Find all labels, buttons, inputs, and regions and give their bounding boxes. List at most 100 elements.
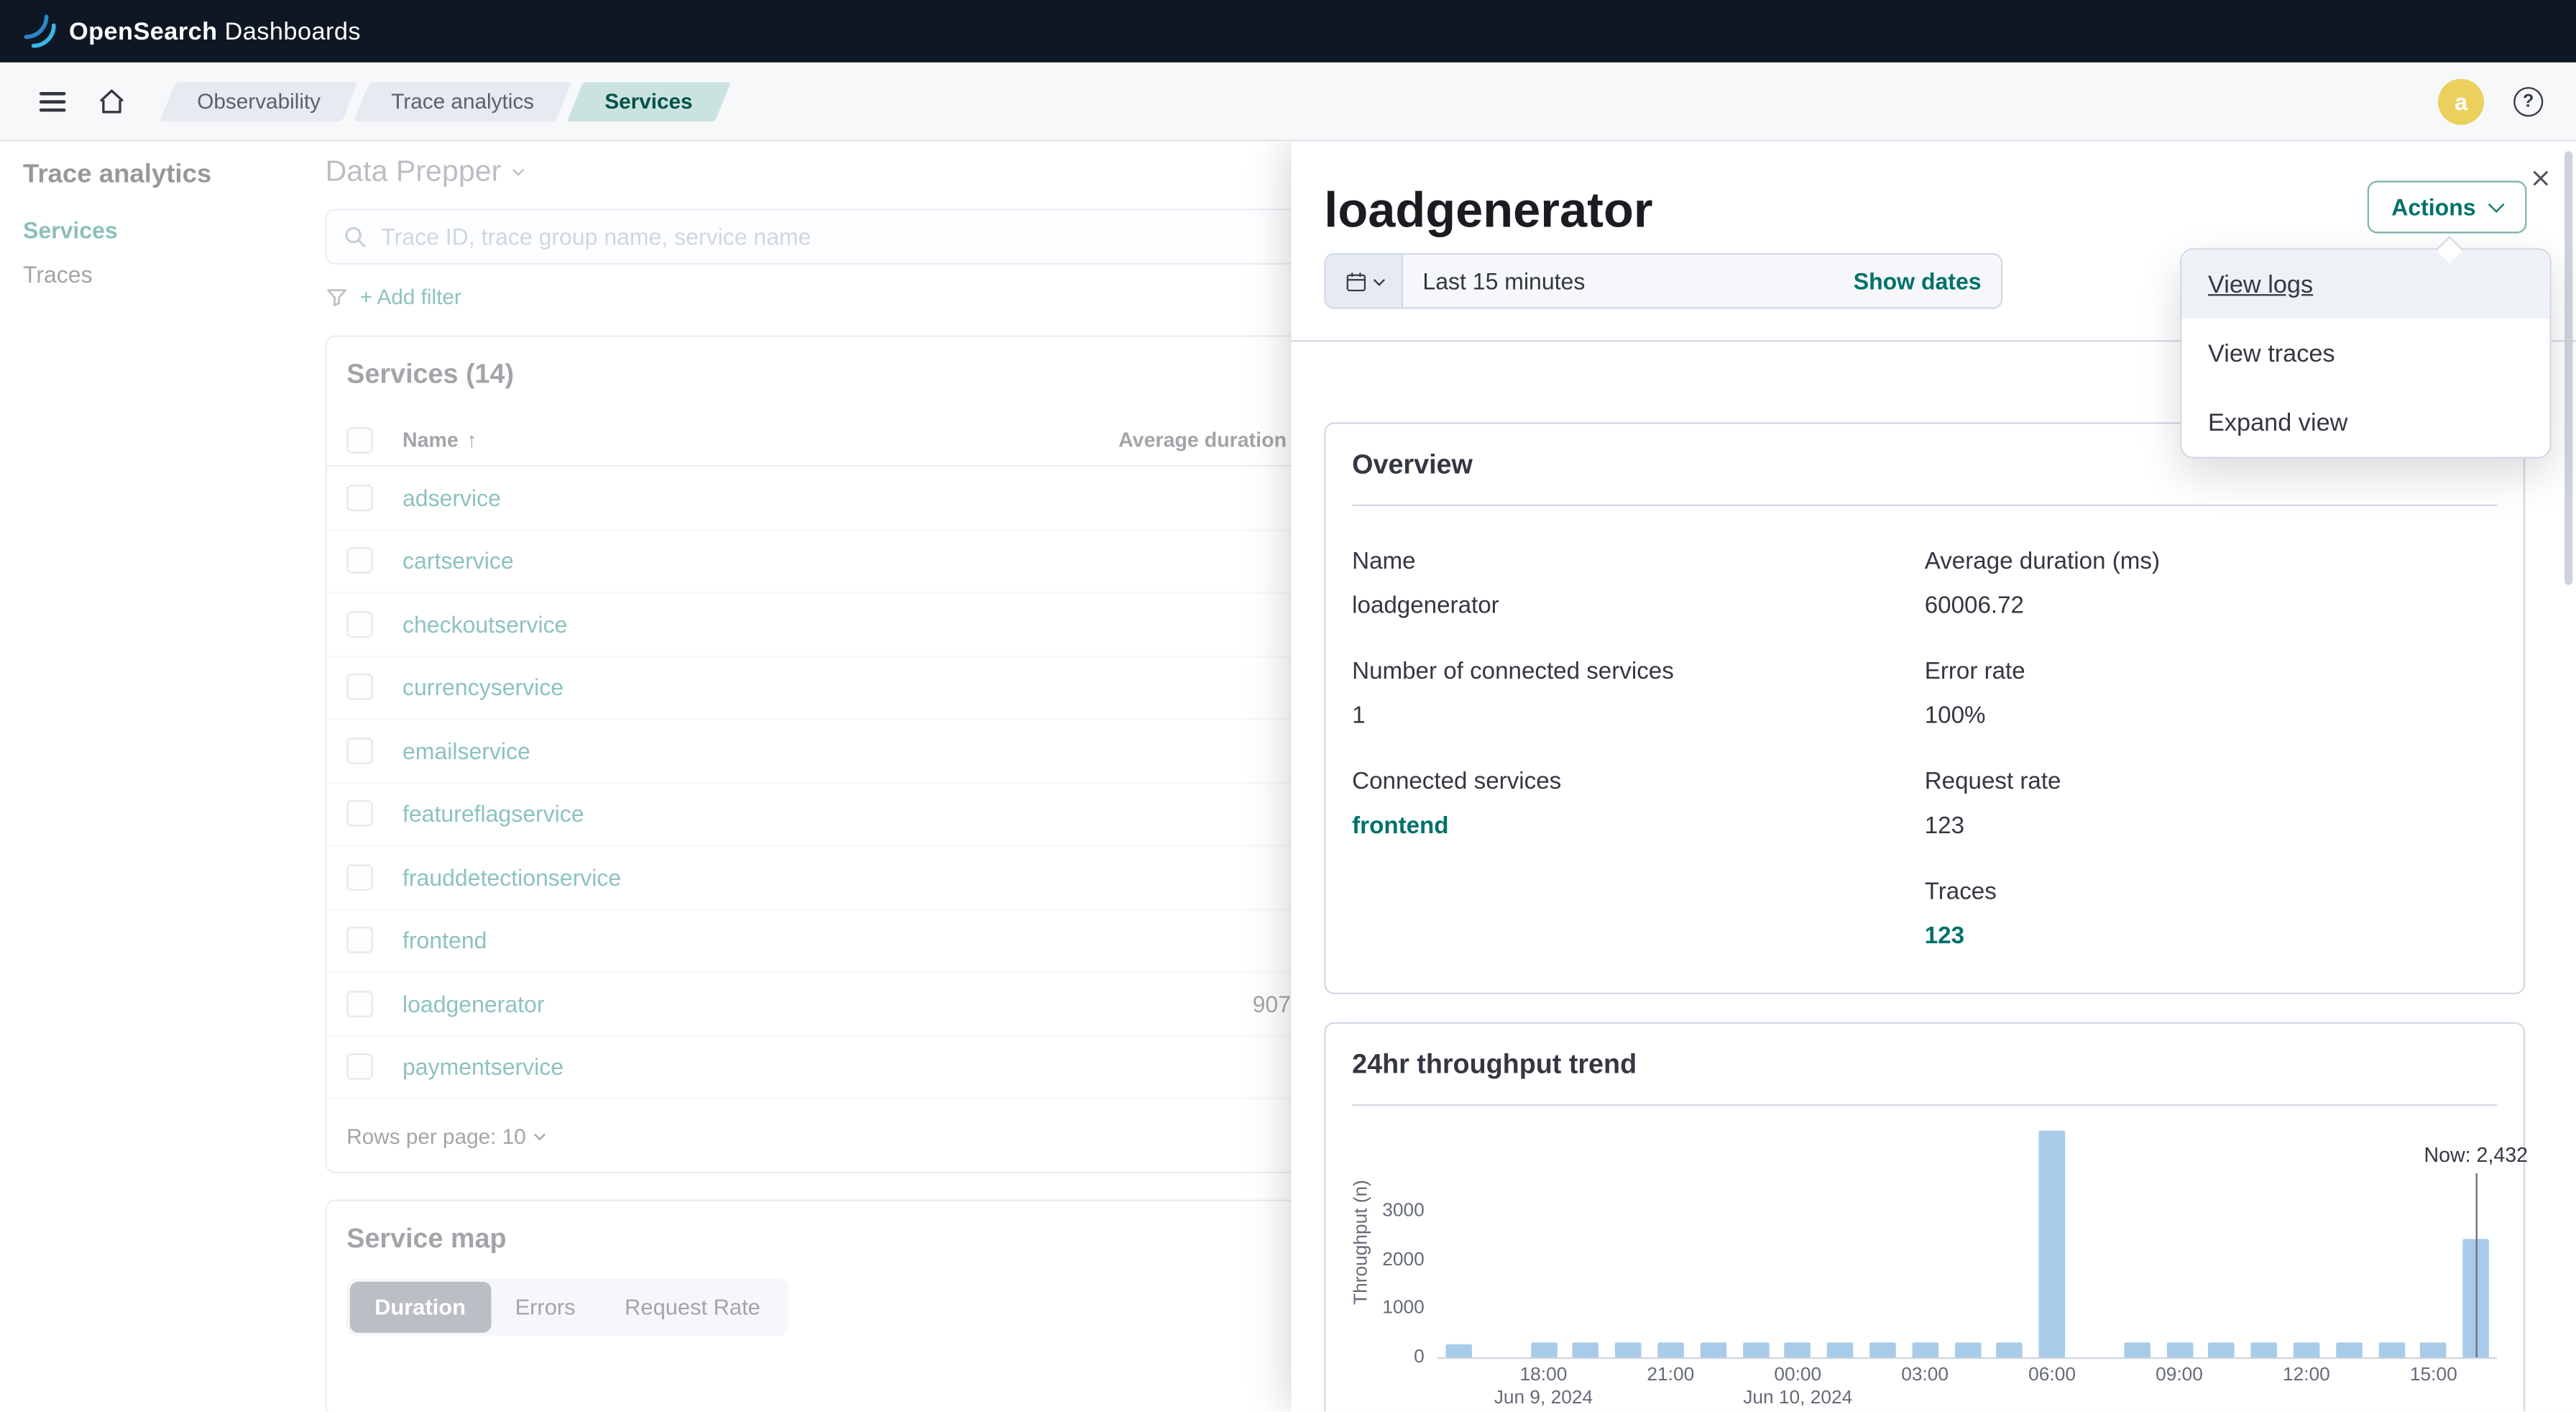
trend-plot[interactable]: Throughput (n) 010002000300018:0021:0000… (1438, 1127, 2497, 1359)
flyout-scrollbar[interactable] (2564, 151, 2572, 584)
overview-field: Number of connected services 1 (1352, 656, 1925, 733)
chart-bar (1954, 1343, 1981, 1357)
field-value: loadgenerator (1352, 590, 1925, 623)
app-title: OpenSearch Dashboards (69, 17, 361, 45)
overview-field (1352, 876, 1925, 953)
y-tick-label: 2000 (1382, 1250, 1425, 1270)
field-value: 123 (1925, 810, 2498, 843)
chart-bar (1615, 1343, 1642, 1357)
quick-select-button[interactable] (1326, 255, 1403, 307)
overview-field: Average duration (ms) 60006.72 (1925, 546, 2498, 623)
field-label: Average duration (ms) (1925, 546, 2498, 579)
breadcrumbs: Observability Trace analytics Services (167, 81, 722, 121)
chart-bar (1657, 1343, 1684, 1357)
field-value: 1 (1352, 700, 1925, 733)
y-tick-label: 3000 (1382, 1201, 1425, 1221)
now-marker-line (2476, 1173, 2478, 1357)
x-date-label: Jun 9, 2024 (1494, 1388, 1593, 1408)
overview-panel: Overview NameloadgeneratorAverage durati… (1324, 422, 2525, 994)
actions-menu-popover: View logsView tracesExpand view (2180, 248, 2552, 459)
field-label (1352, 876, 1925, 909)
x-tick-label: 09:00 (2156, 1365, 2203, 1385)
calendar-icon (1345, 270, 1366, 292)
overview-field: Request rate 123 (1925, 766, 2498, 843)
field-label: Connected services (1352, 766, 1925, 799)
chart-bar (2294, 1343, 2320, 1357)
overview-grid: Name loadgeneratorAverage duration (ms) 60… (1352, 546, 2497, 953)
traces-link[interactable]: 123 (1925, 924, 1964, 950)
field-label: Traces (1925, 876, 2498, 909)
avatar[interactable]: a (2438, 78, 2484, 124)
chevron-down-icon (1373, 273, 1384, 285)
menu-item-view-logs[interactable]: View logs (2181, 249, 2549, 318)
y-tick-label: 1000 (1382, 1299, 1425, 1319)
actions-menu: View logsView tracesExpand view (2181, 249, 2549, 457)
chart-bar (2124, 1343, 2150, 1357)
hamburger-icon (40, 86, 66, 116)
field-value: 123 (1925, 920, 2498, 953)
field-label: Error rate (1925, 656, 2498, 689)
overview-field: Connected services frontend (1352, 766, 1925, 843)
chart-bar (1445, 1344, 1472, 1357)
field-value: frontend (1352, 810, 1925, 843)
chart-bar (1785, 1343, 1811, 1357)
chart-bar (1827, 1343, 1854, 1357)
screen: OpenSearch Dashboards Observability Trace… (0, 0, 2576, 1411)
divider (1352, 505, 2497, 506)
x-tick-label: 15:00 (2410, 1365, 2457, 1385)
chart-bar (1700, 1343, 1726, 1357)
field-value: 100% (1925, 700, 2498, 733)
opensearch-logo-icon (19, 13, 55, 49)
opensearch-logo[interactable]: OpenSearch Dashboards (19, 13, 361, 49)
chart-bar (2378, 1343, 2405, 1357)
x-tick-label: 12:00 (2283, 1365, 2330, 1385)
now-annotation-label: Now: 2,432 (2424, 1144, 2529, 1167)
date-picker: Last 15 minutes Show dates (1324, 253, 2002, 309)
x-tick-label: 06:00 (2028, 1365, 2076, 1385)
chart-bar (1997, 1343, 2023, 1357)
chart-bar (1530, 1343, 1557, 1357)
breadcrumb-observability[interactable]: Observability (167, 81, 350, 121)
menu-icon[interactable] (23, 71, 82, 130)
x-tick-label: 18:00 (1520, 1365, 1568, 1385)
chart-bar (2421, 1343, 2447, 1357)
help-icon[interactable]: ? (2513, 86, 2543, 116)
chart-bar (1869, 1343, 1896, 1357)
y-axis-label: Throughput (n) (1352, 1180, 1371, 1305)
top-header: OpenSearch Dashboards (0, 0, 2576, 63)
connected-services-link[interactable]: frontend (1352, 813, 1448, 840)
x-tick-label: 21:00 (1647, 1365, 1694, 1385)
throughput-panel: 24hr throughput trend Throughput (n) 010… (1324, 1022, 2525, 1412)
overview-field: Name loadgenerator (1352, 546, 1925, 623)
field-label: Number of connected services (1352, 656, 1925, 689)
breadcrumb-trace-analytics[interactable]: Trace analytics (362, 81, 564, 121)
nav-bar: Observability Trace analytics Services a ? (0, 63, 2576, 142)
throughput-title: 24hr throughput trend (1352, 1050, 2497, 1081)
overview-field: Error rate 100% (1925, 656, 2498, 733)
chart-bar (2209, 1343, 2235, 1357)
menu-item-expand-view[interactable]: Expand view (2181, 388, 2549, 457)
chart-bar (1912, 1343, 1938, 1357)
chevron-down-icon (2488, 196, 2505, 212)
actions-button[interactable]: Actions (2367, 180, 2527, 233)
flyout-title: loadgenerator (1324, 180, 2526, 243)
field-label: Name (1352, 546, 1925, 579)
breadcrumb-services[interactable]: Services (575, 81, 722, 121)
field-label: Request rate (1925, 766, 2498, 799)
date-range-label[interactable]: Last 15 minutes (1403, 268, 1854, 295)
x-tick-label: 00:00 (1774, 1365, 1821, 1385)
field-value: 60006.72 (1925, 590, 2498, 623)
chart-bar (2251, 1343, 2278, 1357)
chart-bar (1742, 1343, 1769, 1357)
show-dates-button[interactable]: Show dates (1854, 268, 2001, 295)
divider (1352, 1104, 2497, 1106)
chart-bar (2336, 1343, 2363, 1357)
menu-item-view-traces[interactable]: View traces (2181, 318, 2549, 388)
home-icon[interactable] (82, 71, 141, 130)
x-tick-label: 03:00 (1901, 1365, 1949, 1385)
y-tick-label: 0 (1414, 1347, 1425, 1367)
chart-bar (1573, 1343, 1599, 1357)
overview-field: Traces 123 (1925, 876, 2498, 953)
chart-bar (2039, 1131, 2066, 1357)
x-date-label: Jun 10, 2024 (1743, 1388, 1852, 1408)
